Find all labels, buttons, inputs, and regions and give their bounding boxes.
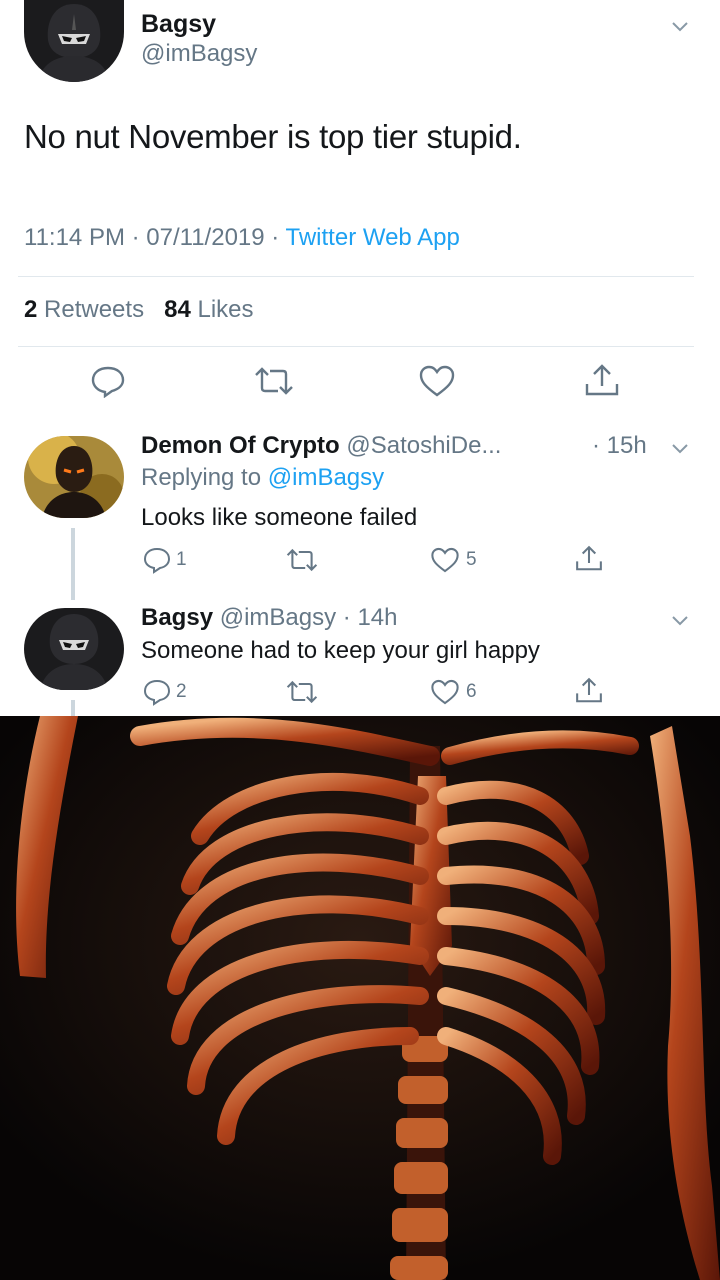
chevron-down-icon[interactable] xyxy=(670,438,690,458)
reply-count: 1 xyxy=(176,549,187,570)
skeleton-image xyxy=(0,716,720,1280)
reply-icon[interactable] xyxy=(142,546,172,574)
likes-stat[interactable]: 84 Likes xyxy=(164,296,253,323)
reply-author-name[interactable]: Bagsy xyxy=(141,604,213,631)
timestamp[interactable]: 11:14 PM · 07/11/2019 · xyxy=(24,224,279,251)
share-icon[interactable] xyxy=(574,545,604,573)
reply-header: Demon Of Crypto @SatoshiDe... xyxy=(141,432,501,460)
tweet-stats: 2 Retweets 84 Likes xyxy=(24,296,254,324)
retweets-label: Retweets xyxy=(44,296,145,323)
reply-icon[interactable] xyxy=(142,678,172,706)
chevron-down-icon[interactable] xyxy=(670,16,690,36)
reply-text: Looks like someone failed xyxy=(141,504,418,531)
like-count: 5 xyxy=(466,549,477,570)
reply-author-name[interactable]: Demon Of Crypto xyxy=(141,432,340,459)
replying-prefix: Replying to xyxy=(141,464,262,491)
tweet-text: No nut November is top tier stupid. xyxy=(24,118,522,155)
reply-header: Bagsy @imBagsy · 14h xyxy=(141,604,397,632)
reply-count: 2 xyxy=(176,681,187,702)
tweet-thread: Bagsy @imBagsy No nut November is top ti… xyxy=(0,0,720,716)
reply-time[interactable]: · 15h xyxy=(592,432,647,460)
retweet-icon[interactable] xyxy=(252,366,296,396)
tweet-meta: 11:14 PM · 07/11/2019 · Twitter Web App xyxy=(24,224,460,252)
thread-line xyxy=(71,528,75,600)
like-icon[interactable] xyxy=(418,365,456,397)
avatar[interactable] xyxy=(24,608,124,690)
retweets-count: 2 xyxy=(24,296,38,323)
likes-label: Likes xyxy=(197,296,254,323)
share-icon[interactable] xyxy=(574,677,604,705)
author-handle[interactable]: @imBagsy xyxy=(141,40,257,68)
like-icon[interactable] xyxy=(430,679,460,705)
chevron-down-icon[interactable] xyxy=(670,610,690,630)
retweet-icon[interactable] xyxy=(284,548,320,572)
divider xyxy=(18,276,694,277)
divider xyxy=(18,346,694,347)
reply-author-handle[interactable]: @imBagsy · 14h xyxy=(220,604,398,631)
avatar[interactable] xyxy=(24,0,124,82)
replying-to: Replying to @imBagsy xyxy=(141,464,384,492)
share-icon[interactable] xyxy=(583,364,621,398)
likes-count: 84 xyxy=(164,296,191,323)
replying-to-link[interactable]: @imBagsy xyxy=(268,464,384,491)
like-count: 6 xyxy=(466,681,477,702)
reply-author-handle[interactable]: @SatoshiDe... xyxy=(346,432,501,459)
retweets-stat[interactable]: 2 Retweets xyxy=(24,296,144,323)
retweet-icon[interactable] xyxy=(284,680,320,704)
reply-icon[interactable] xyxy=(90,364,126,398)
author-name[interactable]: Bagsy xyxy=(141,10,216,39)
like-icon[interactable] xyxy=(430,547,460,573)
source-link[interactable]: Twitter Web App xyxy=(286,224,460,251)
thread-line xyxy=(71,700,75,716)
reply-text: Someone had to keep your girl happy xyxy=(141,637,540,664)
avatar[interactable] xyxy=(24,436,124,518)
